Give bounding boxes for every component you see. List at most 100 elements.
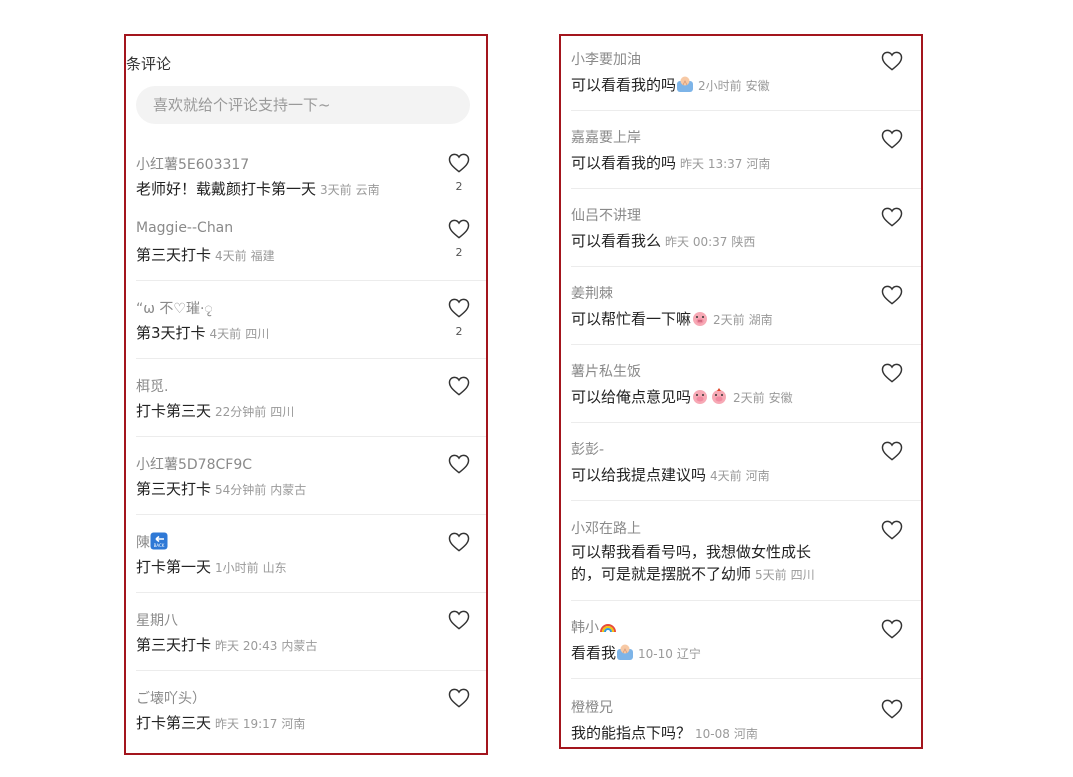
comment-item: 姜荆棘 可以帮忙看一下嘛 2天前 湖南 <box>561 266 921 344</box>
comment-body: 第3天打卡 <box>136 324 206 342</box>
comment-item: ご壊吖头） 打卡第三天 昨天 19:17 河南 <box>126 670 486 748</box>
like-heart-icon[interactable] <box>448 153 470 173</box>
comment-item: “ω 不♡璀·ृ 第3天打卡 4天前 四川 2 <box>126 280 486 358</box>
like-heart-icon[interactable] <box>881 441 903 461</box>
comment-text: 可以帮我看看号吗，我想做女性成长的，可是就是摆脱不了幼师 5天前 四川 <box>571 541 836 586</box>
comment-body: 可以帮忙看一下嘛 <box>571 310 692 328</box>
comment-username[interactable]: 小李要加油 <box>571 49 641 69</box>
comment-item: 小李要加油 可以看看我的吗 2小时前 安徽 <box>561 36 921 110</box>
pig-emoji-icon <box>693 312 708 326</box>
rainbow-emoji-icon <box>600 624 616 633</box>
comment-location: 河南 <box>733 727 758 741</box>
comment-divider <box>571 600 921 601</box>
like-heart-icon[interactable] <box>881 699 903 719</box>
like-heart-icon[interactable] <box>881 207 903 227</box>
comment-username[interactable]: 星期八 <box>136 610 178 630</box>
comment-divider <box>136 358 486 359</box>
comment-location: 河南 <box>745 469 770 483</box>
comment-item: 陳 BACK 打卡第一天 1小时前 山东 <box>126 514 486 592</box>
comment-location: 安徽 <box>745 79 770 93</box>
like-heart-icon[interactable] <box>881 520 903 540</box>
comment-username[interactable]: Maggie--Chan <box>136 220 233 236</box>
comment-item: 小红薯5D78CF9C 第三天打卡 54分钟前 内蒙古 <box>126 436 486 514</box>
comment-text: 第三天打卡 4天前 福建 <box>136 244 275 265</box>
comment-item: 栮觅. 打卡第三天 22分钟前 四川 <box>126 358 486 436</box>
praying-emoji-icon <box>677 76 694 92</box>
comment-text: 看看我 10-10 辽宁 <box>571 642 701 663</box>
comment-divider <box>136 436 486 437</box>
comment-location: 福建 <box>250 249 275 263</box>
comment-item: 小邓在路上 可以帮我看看号吗，我想做女性成长的，可是就是摆脱不了幼师 5天前 四川 <box>561 500 921 600</box>
comment-username[interactable]: “ω 不♡璀·ृ <box>136 298 213 318</box>
right-comments-panel: 小李要加油 可以看看我的吗 2小时前 安徽 嘉嘉要上岸 可以看看我的吗 昨天 13:3… <box>559 34 923 749</box>
comment-username[interactable]: 陳 BACK <box>136 532 168 552</box>
comment-body: 看看我 <box>571 644 617 662</box>
comment-username[interactable]: 仙吕不讲理 <box>571 205 641 225</box>
comment-username[interactable]: 栮觅. <box>136 376 168 396</box>
like-heart-icon[interactable] <box>448 532 470 552</box>
comment-location: 河南 <box>746 157 771 171</box>
comment-time: 1小时前 <box>215 561 259 575</box>
comment-username[interactable]: 彭彭- <box>571 439 604 459</box>
comment-body: 可以看看我的吗 <box>571 154 677 172</box>
back-arrow-emoji-icon: BACK <box>150 532 168 550</box>
comment-time: 昨天 00:37 <box>665 235 728 249</box>
username-text: 韩小 <box>571 620 599 636</box>
comment-divider <box>571 266 921 267</box>
comment-username[interactable]: 嘉嘉要上岸 <box>571 127 641 147</box>
comment-username[interactable]: 姜荆棘 <box>571 283 613 303</box>
comment-username[interactable]: 小红薯5D78CF9C <box>136 454 252 474</box>
comment-divider <box>571 344 921 345</box>
comment-body: 老师好！载戴颜打卡第一天 <box>136 180 317 198</box>
like-heart-icon[interactable] <box>881 285 903 305</box>
like-count: 2 <box>455 180 463 193</box>
like-count: 2 <box>455 325 463 338</box>
comment-text: 打卡第三天 22分钟前 四川 <box>136 400 294 421</box>
comment-username[interactable]: 小红薯5E603317 <box>136 154 249 174</box>
comment-time: 4天前 <box>710 469 742 483</box>
comment-time: 54分钟前 <box>215 483 267 497</box>
like-heart-icon[interactable] <box>448 219 470 239</box>
comment-body: 打卡第三天 <box>136 714 212 732</box>
comment-body: 第三天打卡 <box>136 246 212 264</box>
comment-text: 第3天打卡 4天前 四川 <box>136 322 269 343</box>
comment-item: Maggie--Chan 第三天打卡 4天前 福建 2 <box>126 214 486 280</box>
comment-location: 四川 <box>245 327 270 341</box>
comment-time: 2天前 <box>713 313 745 327</box>
comment-divider <box>136 514 486 515</box>
like-heart-icon[interactable] <box>448 454 470 474</box>
comment-input[interactable]: 喜欢就给个评论支持一下~ <box>136 86 470 124</box>
comment-time: 昨天 13:37 <box>680 157 743 171</box>
comment-username[interactable]: ご壊吖头） <box>136 688 206 708</box>
like-heart-icon[interactable] <box>881 51 903 71</box>
like-heart-icon[interactable] <box>448 688 470 708</box>
comment-body: 可以给俺点意见吗 <box>571 388 692 406</box>
comment-item: 韩小 看看我 10-10 辽宁 <box>561 600 921 678</box>
comment-text: 可以看看我的吗 2小时前 安徽 <box>571 74 770 95</box>
comment-divider <box>571 110 921 111</box>
comment-text: 打卡第三天 昨天 19:17 河南 <box>136 712 305 733</box>
comment-time: 3天前 <box>320 183 352 197</box>
comment-body: 第三天打卡 <box>136 480 212 498</box>
praying-emoji-icon <box>617 644 634 660</box>
comment-location: 云南 <box>355 183 380 197</box>
comment-item: 仙吕不讲理 可以看看我么 昨天 00:37 陕西 <box>561 188 921 266</box>
like-heart-icon[interactable] <box>881 619 903 639</box>
like-heart-icon[interactable] <box>448 298 470 318</box>
username-text: 陳 <box>136 535 150 551</box>
like-heart-icon[interactable] <box>881 363 903 383</box>
like-heart-icon[interactable] <box>448 376 470 396</box>
comment-time: 昨天 20:43 <box>215 639 278 653</box>
comment-username[interactable]: 橙橙兄 <box>571 697 613 717</box>
comment-time: 10-10 <box>638 647 673 661</box>
comment-item: 嘉嘉要上岸 可以看看我的吗 昨天 13:37 河南 <box>561 110 921 188</box>
comment-text: 第三天打卡 54分钟前 内蒙古 <box>136 478 306 499</box>
like-heart-icon[interactable] <box>881 129 903 149</box>
comment-username[interactable]: 小邓在路上 <box>571 518 641 538</box>
comment-text: 第三天打卡 昨天 20:43 内蒙古 <box>136 634 317 655</box>
comment-username[interactable]: 薯片私生饭 <box>571 361 641 381</box>
comment-item: 薯片私生饭 可以给俺点意见吗 2天前 安徽 <box>561 344 921 422</box>
comment-location: 河南 <box>281 717 306 731</box>
comment-username[interactable]: 韩小 <box>571 617 617 637</box>
like-heart-icon[interactable] <box>448 610 470 630</box>
